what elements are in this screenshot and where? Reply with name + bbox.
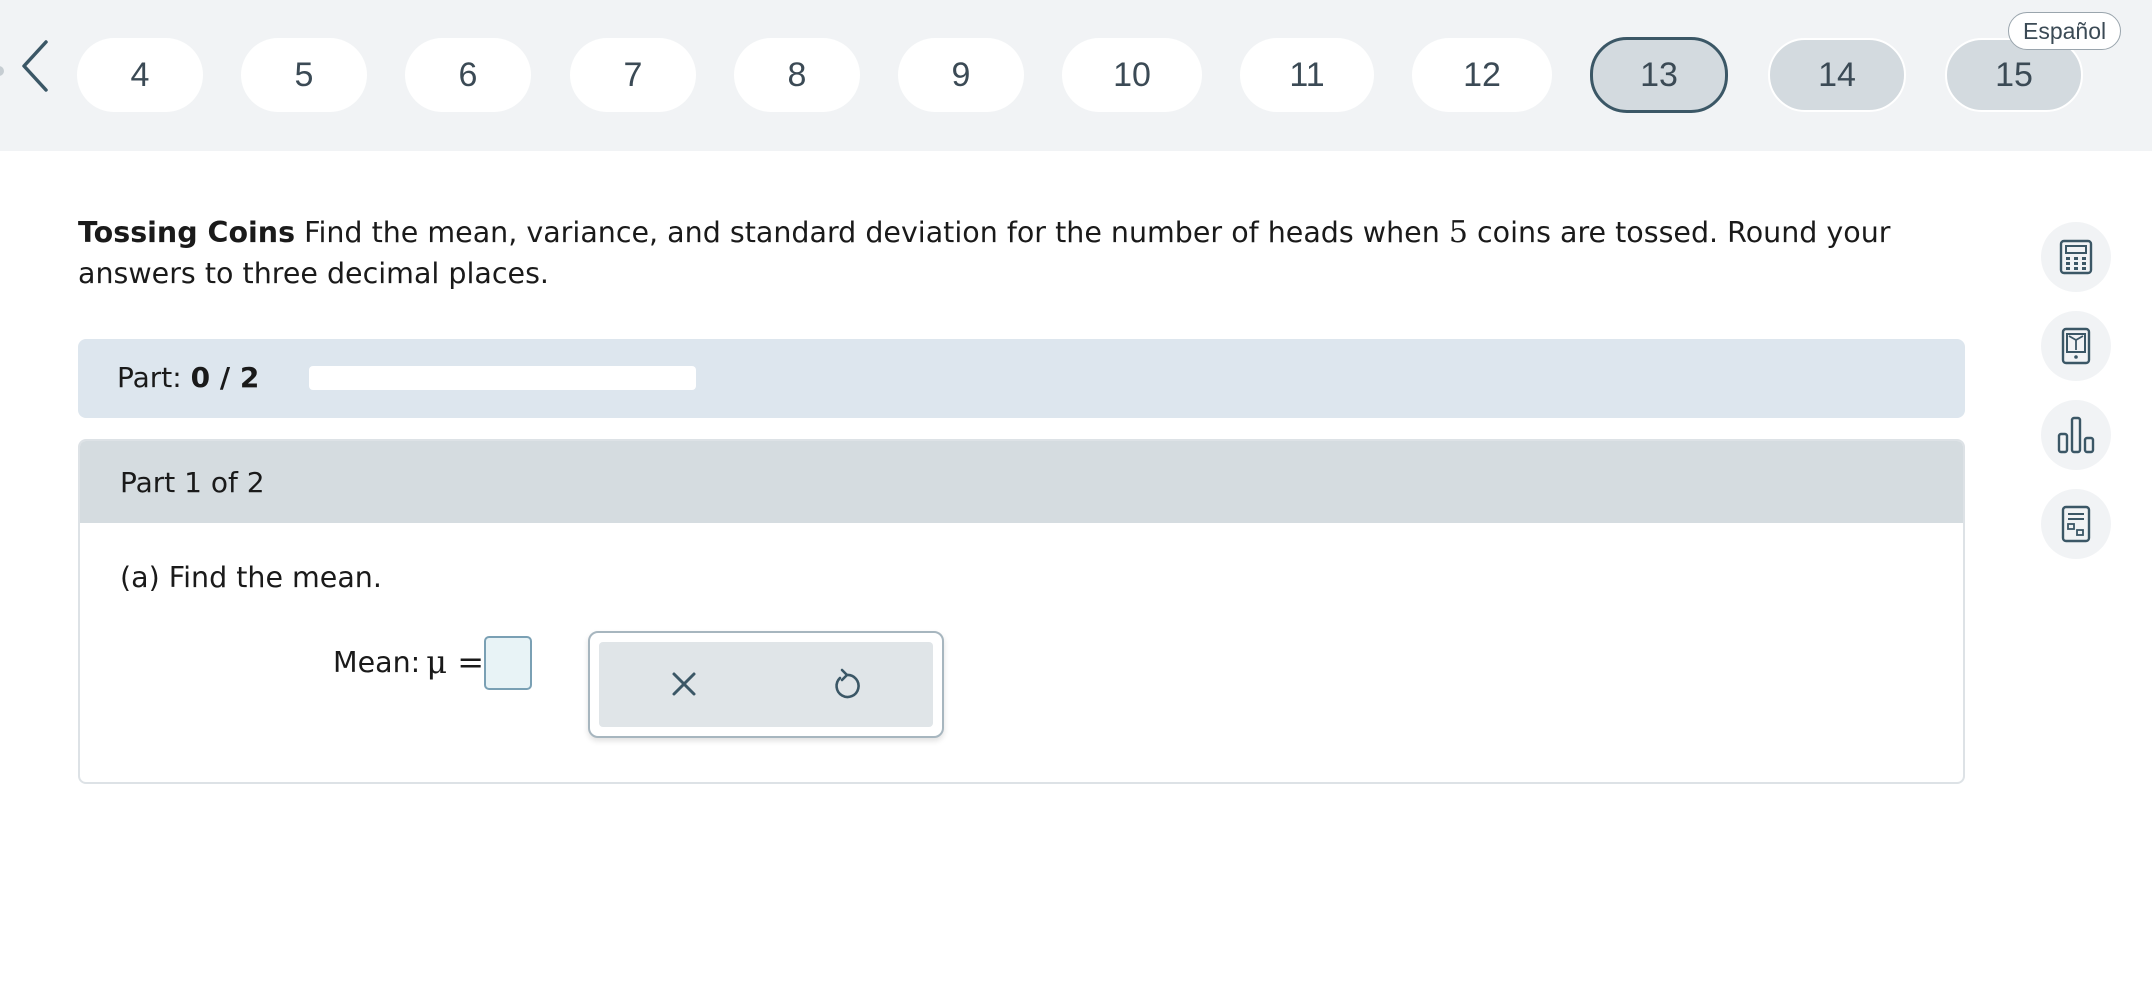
mean-label: Mean: μ =: [333, 643, 484, 681]
answer-tools-popup: [588, 631, 944, 738]
mu-symbol: μ =: [426, 643, 485, 681]
mean-label-text: Mean:: [333, 645, 421, 679]
question-7-button[interactable]: 7: [570, 38, 696, 112]
part-progress-value: 0 / 2: [190, 361, 260, 394]
question-title: Tossing Coins: [78, 216, 296, 249]
question-5-button[interactable]: 5: [241, 38, 367, 112]
question-9-button[interactable]: 9: [898, 38, 1024, 112]
ebook-icon[interactable]: [2041, 311, 2111, 381]
part-header: Part 1 of 2: [80, 441, 1963, 523]
question-12-button[interactable]: 12: [1412, 38, 1552, 112]
question-number: 5: [1448, 215, 1468, 250]
chevron-left-icon[interactable]: [18, 38, 52, 94]
answer-tools-panel: [599, 642, 933, 727]
calculator-icon[interactable]: [2041, 222, 2111, 292]
question-navigation-bar: 4 5 6 7 8 9 10 11 12 13 14 15 Español: [0, 0, 2152, 151]
bar-chart-icon[interactable]: [2041, 400, 2111, 470]
part-progress-label: Part: 0 / 2: [117, 361, 259, 394]
question-6-button[interactable]: 6: [405, 38, 531, 112]
undo-icon[interactable]: [825, 662, 869, 706]
mean-answer-input[interactable]: [484, 636, 532, 690]
part-progress-bar: Part: 0 / 2: [78, 339, 1965, 418]
question-10-button[interactable]: 10: [1062, 38, 1202, 112]
question-text: Tossing Coins Find the mean, variance, a…: [78, 212, 1978, 294]
question-8-button[interactable]: 8: [734, 38, 860, 112]
question-14-button[interactable]: 14: [1768, 38, 1906, 112]
question-13-button[interactable]: 13: [1590, 37, 1728, 113]
subquestion-text: (a) Find the mean.: [120, 561, 382, 594]
question-11-button[interactable]: 11: [1240, 38, 1374, 112]
progress-track: [309, 366, 696, 390]
part-card: Part 1 of 2 (a) Find the mean. Mean: μ =: [78, 439, 1965, 784]
part-progress-prefix: Part:: [117, 361, 182, 394]
question-text-part1: Find the mean, variance, and standard de…: [295, 216, 1449, 249]
language-toggle-button[interactable]: Español: [2008, 12, 2122, 50]
question-4-button[interactable]: 4: [77, 38, 203, 112]
part-header-label: Part 1 of 2: [120, 465, 265, 499]
data-sheet-icon[interactable]: [2041, 489, 2111, 559]
partial-nav-dot: [0, 66, 4, 76]
close-icon[interactable]: [662, 662, 706, 706]
